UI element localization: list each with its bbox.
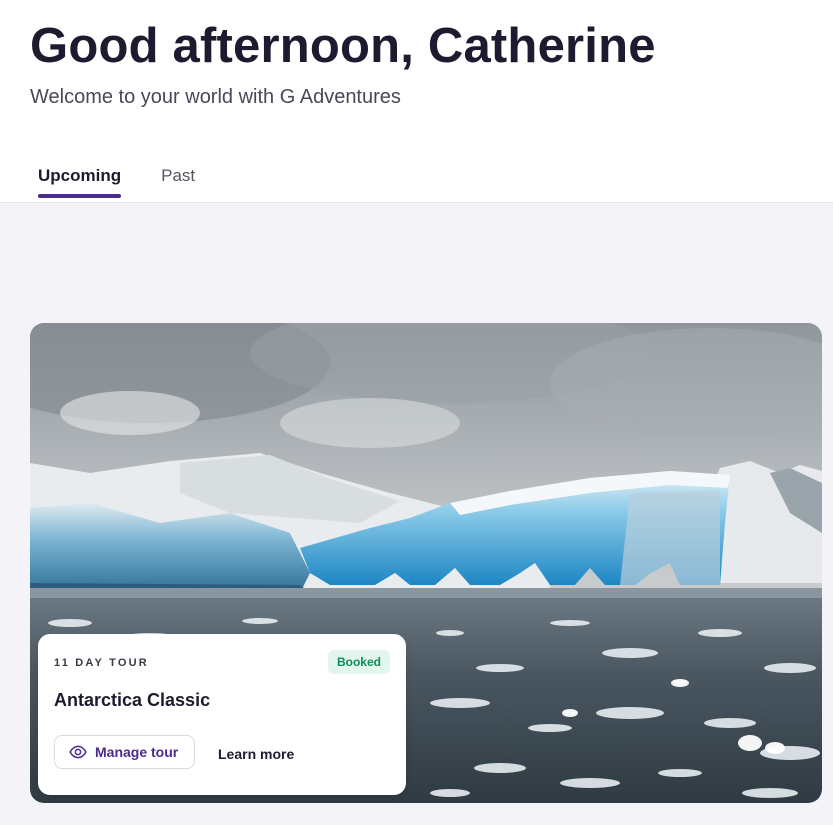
tab-upcoming[interactable]: Upcoming [38, 166, 122, 198]
manage-tour-label: Manage tour [95, 744, 179, 760]
trip-tabs: Upcoming Past [38, 166, 195, 198]
page-subtitle: Welcome to your world with G Adventures [30, 86, 401, 108]
tour-info-panel: 11 DAY TOUR Booked Antarctica Classic Ma… [38, 634, 406, 795]
page-title: Good afternoon, Catherine [30, 19, 656, 73]
status-badge: Booked [327, 650, 390, 674]
manage-tour-button[interactable]: Manage tour [54, 735, 196, 769]
eye-icon [69, 745, 87, 759]
learn-more-link[interactable]: Learn more [218, 746, 294, 762]
tour-name: Antarctica Classic [54, 690, 211, 710]
tour-card: 11 DAY TOUR Booked Antarctica Classic Ma… [30, 323, 822, 803]
page-header: Good afternoon, Catherine Welcome to you… [0, 0, 833, 203]
tour-duration: 11 DAY TOUR [54, 657, 149, 669]
tab-past[interactable]: Past [161, 166, 195, 197]
